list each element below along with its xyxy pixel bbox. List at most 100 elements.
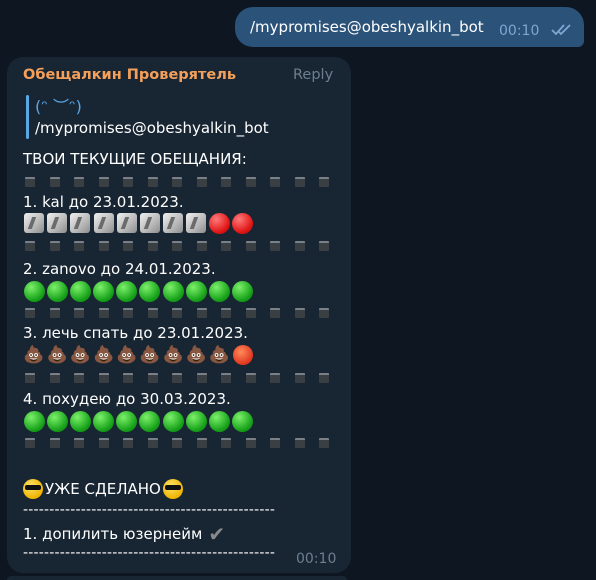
green-circle-icon xyxy=(116,280,138,302)
separator-dots xyxy=(25,177,329,187)
quote-bar xyxy=(26,95,29,139)
incoming-message[interactable]: Обещалкин Проверятель Reply (ᵔ ︶ᵔ) /mypr… xyxy=(7,57,351,573)
green-circle-icon xyxy=(139,410,161,432)
black-square-icon xyxy=(49,177,60,187)
done-item-1-text: 1. допилить юзернейм xyxy=(23,525,203,543)
black-square-icon xyxy=(172,308,182,318)
check-mark-icon: ✔ xyxy=(208,522,226,546)
black-square-icon xyxy=(123,177,133,187)
black-square-icon xyxy=(245,438,256,448)
black-square-icon xyxy=(319,373,329,383)
done-header-text: УЖЕ СДЕЛАНО xyxy=(45,480,161,498)
divider-bottom: ----------------------------------------… xyxy=(23,545,276,561)
black-square-icon xyxy=(172,438,182,448)
outgoing-message-time: 00:10 xyxy=(499,23,540,39)
red-circle-icon xyxy=(209,212,231,234)
tile-icon xyxy=(185,212,207,234)
black-square-icon xyxy=(123,241,133,251)
black-square-icon xyxy=(294,438,305,448)
black-square-icon xyxy=(98,241,109,251)
promise-1-marks xyxy=(23,212,254,234)
black-square-icon xyxy=(294,241,305,251)
green-circle-icon xyxy=(232,280,254,302)
next-message-edge xyxy=(7,576,347,580)
black-square-icon xyxy=(98,438,109,448)
black-square-icon xyxy=(147,438,158,448)
done-header: УЖЕ СДЕЛАНО xyxy=(23,479,183,499)
tile-icon xyxy=(23,212,45,234)
hot-face-icon xyxy=(232,344,254,366)
black-square-icon xyxy=(25,438,35,448)
tile-icon xyxy=(162,212,184,234)
black-square-icon xyxy=(319,241,329,251)
green-circle-icon xyxy=(23,280,45,302)
promise-2-text: 2. zanovo до 24.01.2023. xyxy=(23,260,216,278)
black-square-icon xyxy=(147,177,158,187)
sunglasses-face-icon xyxy=(23,479,43,499)
green-circle-icon xyxy=(23,410,45,432)
black-square-icon xyxy=(74,177,84,187)
black-square-icon xyxy=(98,373,109,383)
red-circle-icon xyxy=(232,212,254,234)
tile-icon xyxy=(69,212,91,234)
outgoing-message-text[interactable]: /mypromises@obeshyalkin_bot xyxy=(250,18,484,36)
separator-dots xyxy=(25,241,329,251)
divider-top: ----------------------------------------… xyxy=(23,502,276,518)
promise-2-marks xyxy=(23,280,254,302)
quote-text[interactable]: /mypromises@obeshyalkin_bot xyxy=(35,119,269,137)
poop-icon: 💩 xyxy=(208,345,231,365)
promise-4-text: 4. похудею до 30.03.2023. xyxy=(23,390,231,408)
green-circle-icon xyxy=(185,280,207,302)
poop-icon: 💩 xyxy=(162,345,184,365)
promise-3-marks: 💩 💩 💩 💩 💩 💩 💩 💩 💩 xyxy=(23,344,254,366)
green-circle-icon xyxy=(139,280,161,302)
black-square-icon xyxy=(147,373,158,383)
promises-header: ТВОИ ТЕКУЩИЕ ОБЕЩАНИЯ: xyxy=(23,150,247,168)
poop-icon: 💩 xyxy=(185,345,207,365)
black-square-icon xyxy=(319,177,329,187)
sunglasses-face-icon xyxy=(162,479,183,499)
black-square-icon xyxy=(74,438,84,448)
sender-name[interactable]: Обещалкин Проверятель xyxy=(23,67,236,83)
black-square-icon xyxy=(123,373,133,383)
black-square-icon xyxy=(25,241,35,251)
black-square-icon xyxy=(270,308,280,318)
black-square-icon xyxy=(49,241,60,251)
black-square-icon xyxy=(270,373,280,383)
black-square-icon xyxy=(294,373,305,383)
separator-dots xyxy=(25,308,329,318)
done-item-1: 1. допилить юзернейм ✔ xyxy=(23,522,225,546)
black-square-icon xyxy=(98,177,109,187)
tile-icon xyxy=(139,212,161,234)
black-square-icon xyxy=(221,241,231,251)
promise-4-marks xyxy=(23,410,254,432)
promise-1-text: 1. kal до 23.01.2023. xyxy=(23,193,184,211)
green-circle-icon xyxy=(93,280,115,302)
black-square-icon xyxy=(147,241,158,251)
black-square-icon xyxy=(221,308,231,318)
outgoing-message[interactable]: /mypromises@obeshyalkin_bot 00:10 xyxy=(235,7,584,47)
black-square-icon xyxy=(245,308,256,318)
tile-icon xyxy=(116,212,138,234)
black-square-icon xyxy=(196,177,207,187)
quote-emoji: (ᵔ ︶ᵔ) xyxy=(35,97,82,116)
black-square-icon xyxy=(196,438,207,448)
black-square-icon xyxy=(294,177,305,187)
black-square-icon xyxy=(49,373,60,383)
tile-icon xyxy=(46,212,68,234)
black-square-icon xyxy=(294,308,305,318)
black-square-icon xyxy=(172,373,182,383)
black-square-icon xyxy=(74,373,84,383)
black-square-icon xyxy=(270,177,280,187)
poop-icon: 💩 xyxy=(92,345,115,365)
incoming-message-time: 00:10 xyxy=(296,551,337,567)
black-square-icon xyxy=(25,177,35,187)
green-circle-icon xyxy=(162,410,184,432)
black-square-icon xyxy=(196,373,207,383)
green-circle-icon xyxy=(185,410,207,432)
poop-icon: 💩 xyxy=(46,345,68,365)
black-square-icon xyxy=(319,308,329,318)
green-circle-icon xyxy=(232,410,254,432)
black-square-icon xyxy=(123,438,133,448)
reply-button[interactable]: Reply xyxy=(293,67,333,83)
